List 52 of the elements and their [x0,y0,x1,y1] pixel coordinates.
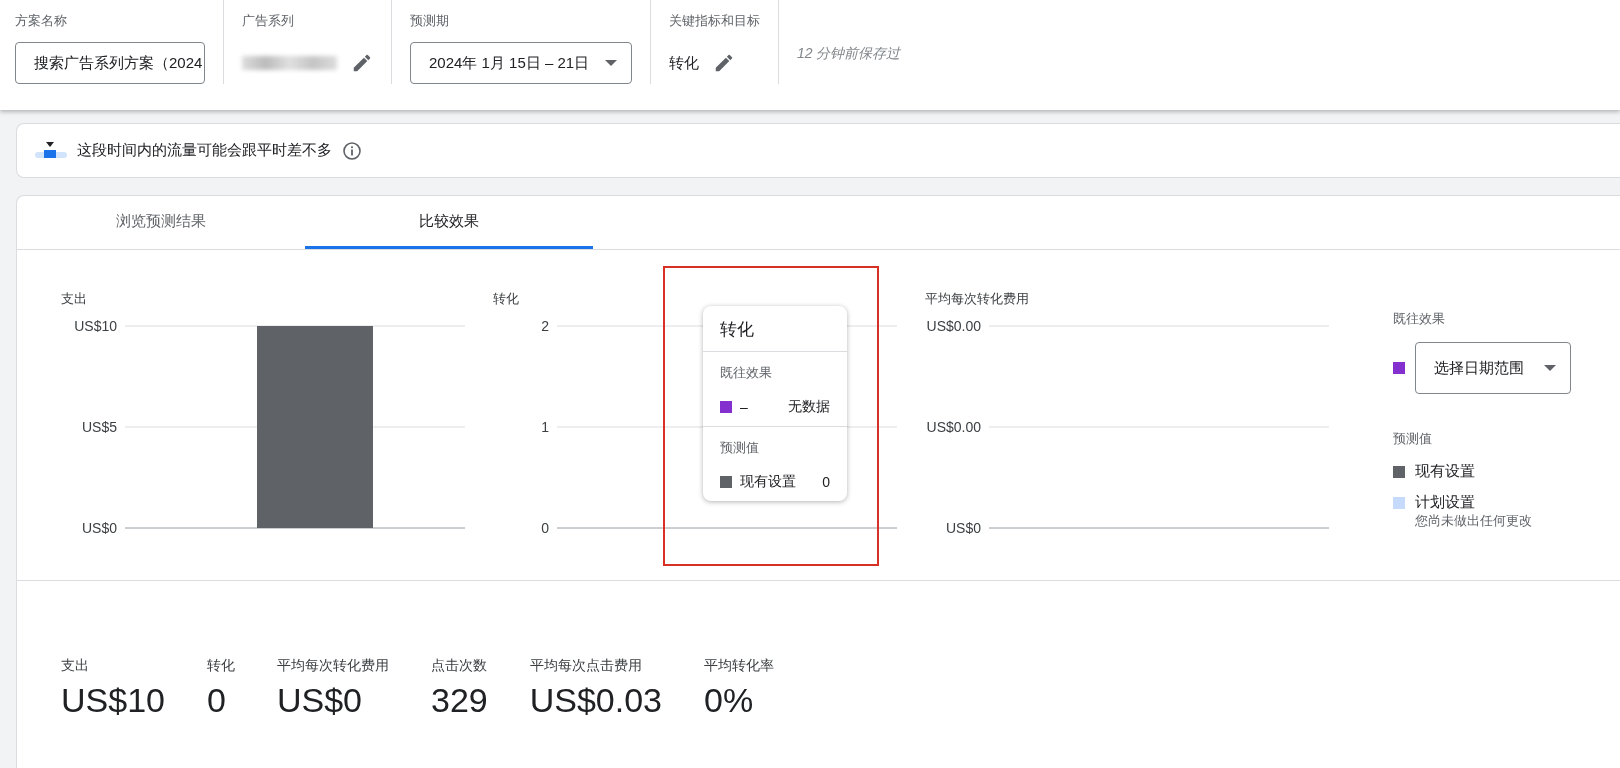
plan-name-field[interactable]: 搜索广告系列方案（2024 [15,42,205,84]
notice-text: 这段时间内的流量可能会跟平时差不多 [77,141,332,160]
field-label: 关键指标和目标 [669,12,760,30]
axis-tick-label: US$0.00 [926,419,981,435]
legend-label: 现有设置 [1415,462,1475,481]
legend-note: 您尚未做出任何更改 [1415,512,1533,530]
field-value: 转化 [669,53,699,73]
chart-title: 平均每次转化费用 [925,290,1029,308]
field-label: 预测期 [410,12,450,30]
stat-label: 转化 [206,657,235,675]
legend-label: 计划设置 [1415,493,1475,512]
date-range-dropdown[interactable]: 选择日期范围 [1415,342,1571,394]
legend-heading: 预测值 [1393,430,1433,448]
tooltip-title: 转化 [703,306,847,352]
date-range-dropdown[interactable]: 2024年 1月 15日 – 21日 [410,42,632,84]
axis-tick-label: US$0 [945,520,981,536]
caret-icon [1544,365,1556,371]
stat-value: 329 [430,681,488,720]
tooltip-label: 现有设置 [740,473,796,491]
axis-tick-label: 2 [541,318,549,334]
tooltip-value: 无数据 [788,398,830,416]
tooltip-value: 0 [822,474,830,490]
stat-label: 点击次数 [430,657,488,675]
stat-value: 0% [704,681,755,720]
tooltip-heading: 预测值 [720,439,760,457]
legend-heading: 既往效果 [1393,310,1446,328]
traffic-level-icon [35,141,67,160]
caret-icon [605,60,617,66]
tab[interactable]: 浏览预测结果 [17,196,305,249]
stat-value: US$0.03 [529,681,663,720]
stat-label: 支出 [61,657,90,675]
axis-tick-label: US$5 [81,419,117,435]
chart-title: 转化 [493,290,519,308]
field-label: 广告系列 [242,12,295,30]
axis-tick-label: US$0 [81,520,117,536]
chart-title: 支出 [61,290,87,308]
saved-note: 12 分钟前保存过 [797,45,901,63]
field-label: 方案名称 [15,12,68,30]
tab[interactable]: 比较效果 [305,196,593,249]
stat-label: 平均每次转化费用 [276,657,389,675]
axis-tick-label: 1 [541,419,549,435]
stat-label: 平均转化率 [704,657,775,675]
axis-tick-label: US$10 [74,318,117,334]
stat-value: US$0 [276,681,364,720]
stat-label: 平均每次点击费用 [529,657,643,675]
tooltip-heading: 既往效果 [720,364,773,382]
info-icon [342,140,362,161]
stat-value: US$10 [61,681,165,720]
tooltip-label: – [740,399,748,415]
axis-tick-label: US$0.00 [926,318,981,334]
stat-value: 0 [206,681,227,720]
axis-tick-label: 0 [541,520,549,536]
